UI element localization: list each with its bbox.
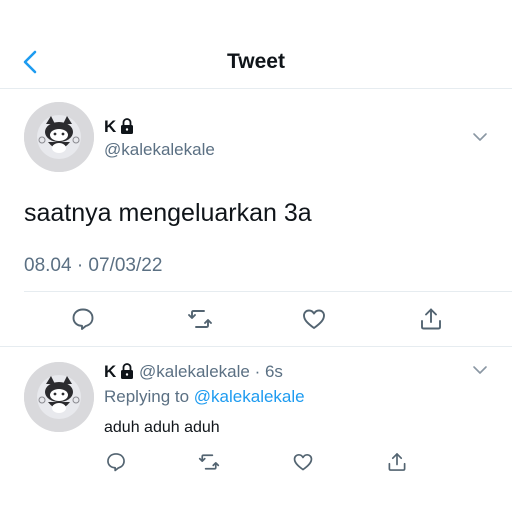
user-handle[interactable]: @kalekalekale xyxy=(104,140,215,160)
replying-to-label: Replying to xyxy=(104,387,190,406)
reply-text: aduh aduh aduh xyxy=(104,419,220,436)
lock-icon xyxy=(120,118,134,134)
chevron-down-icon[interactable] xyxy=(470,360,490,380)
tweet-timestamp[interactable]: 08.04 · 07/03/22 xyxy=(24,255,162,277)
replying-to-link[interactable]: @kalekalekale xyxy=(194,387,305,406)
like-heart-icon[interactable] xyxy=(301,306,327,332)
user-handle[interactable]: @kalekalekale xyxy=(139,362,250,381)
reply-timestamp[interactable]: · 6s xyxy=(255,362,283,381)
reply-icon[interactable] xyxy=(70,306,96,332)
display-name-text[interactable]: K xyxy=(104,117,116,136)
like-heart-icon[interactable] xyxy=(292,451,314,473)
divider xyxy=(0,346,512,347)
display-name[interactable]: K xyxy=(104,117,134,137)
reply-icon[interactable] xyxy=(105,451,127,473)
share-icon[interactable] xyxy=(418,306,444,332)
page-title: Tweet xyxy=(227,50,285,73)
retweet-icon[interactable] xyxy=(198,451,220,473)
share-icon[interactable] xyxy=(386,451,408,473)
retweet-icon[interactable] xyxy=(187,306,213,332)
lock-icon xyxy=(120,363,134,379)
display-name-text[interactable]: K xyxy=(104,362,116,381)
replying-to-line: Replying to @kalekalekale xyxy=(104,387,305,407)
reply-author-line[interactable]: K @kalekalekale · 6s xyxy=(104,362,283,382)
divider xyxy=(24,291,512,292)
avatar[interactable] xyxy=(24,362,94,432)
tweet-text: saatnya mengeluarkan 3a xyxy=(24,199,312,227)
chevron-down-icon[interactable] xyxy=(470,127,490,147)
top-bar xyxy=(0,0,512,89)
avatar[interactable] xyxy=(24,102,94,172)
